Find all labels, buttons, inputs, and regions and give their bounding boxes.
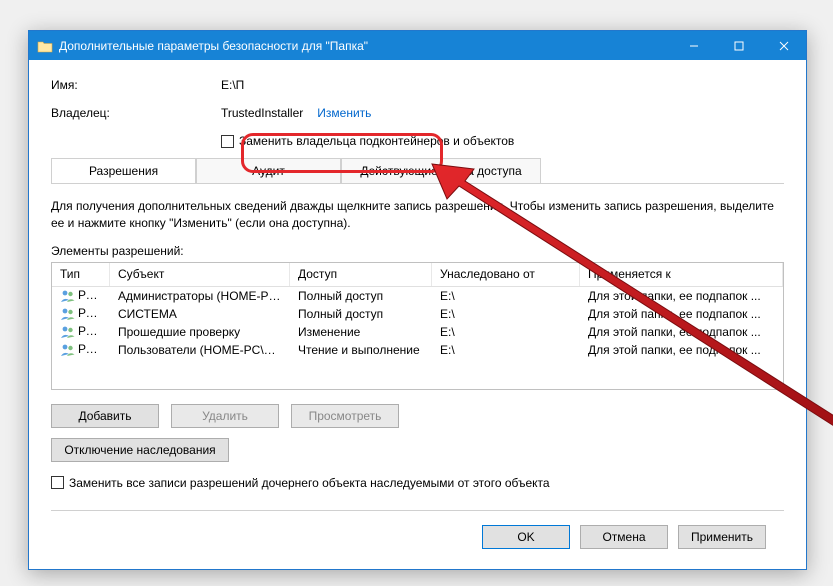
cell-access: Чтение и выполнение [290,342,432,358]
cell-access: Полный доступ [290,288,432,304]
content-area: Имя: E:\П Владелец: TrustedInstaller Изм… [29,60,806,565]
users-icon [60,324,76,340]
security-dialog: Дополнительные параметры безопасности дл… [28,30,807,570]
cell-applies: Для этой папки, ее подпапок ... [580,324,783,340]
cell-subject: Прошедшие проверку [110,324,290,340]
users-icon [60,288,76,304]
owner-value: TrustedInstaller [221,106,303,120]
cell-subject: СИСТЕМА [110,306,290,322]
cell-inherited: E:\ [432,342,580,358]
minimize-button[interactable] [671,31,716,60]
cell-access: Изменение [290,324,432,340]
cancel-button[interactable]: Отмена [580,525,668,549]
tab-effective[interactable]: Действующие права доступа [341,158,541,183]
name-label: Имя: [51,78,221,92]
change-owner-link[interactable]: Изменить [317,106,371,120]
replace-owner-row: Заменить владельца подконтейнеров и объе… [221,134,784,148]
col-subject[interactable]: Субъект [110,263,290,286]
col-inherited[interactable]: Унаследовано от [432,263,580,286]
apply-button[interactable]: Применить [678,525,766,549]
replace-child-row: Заменить все записи разрешений дочернего… [51,476,784,490]
table-row[interactable]: Разр...Пользователи (HOME-PC\П...Чтение … [52,341,783,359]
table-body: Разр...Администраторы (HOME-PC...Полный … [52,287,783,359]
window-controls [671,31,806,60]
table-row[interactable]: Разр...Администраторы (HOME-PC...Полный … [52,287,783,305]
description-text: Для получения дополнительных сведений дв… [51,198,784,232]
cell-type: Разр... [78,306,110,320]
name-value: E:\П [221,78,244,92]
close-button[interactable] [761,31,806,60]
replace-owner-label: Заменить владельца подконтейнеров и объе… [239,134,514,148]
replace-owner-checkbox[interactable] [221,135,234,148]
cell-access: Полный доступ [290,306,432,322]
col-type[interactable]: Тип [52,263,110,286]
cell-applies: Для этой папки, ее подпапок ... [580,342,783,358]
replace-child-label: Заменить все записи разрешений дочернего… [69,476,550,490]
cell-inherited: E:\ [432,288,580,304]
titlebar: Дополнительные параметры безопасности дл… [29,31,806,60]
window-title: Дополнительные параметры безопасности дл… [59,39,368,53]
ok-button[interactable]: OK [482,525,570,549]
cell-subject: Администраторы (HOME-PC... [110,288,290,304]
table-row[interactable]: Разр...СИСТЕМАПолный доступE:\Для этой п… [52,305,783,323]
cell-applies: Для этой папки, ее подпапок ... [580,288,783,304]
permissions-label: Элементы разрешений: [51,244,784,258]
dialog-buttons: OK Отмена Применить [51,511,784,549]
cell-applies: Для этой папки, ее подпапок ... [580,306,783,322]
folder-icon [37,39,53,53]
users-icon [60,306,76,322]
cell-type: Разр... [78,324,110,338]
add-button[interactable]: Добавить [51,404,159,428]
table-row[interactable]: Разр...Прошедшие проверкуИзменениеE:\Для… [52,323,783,341]
table-header: Тип Субъект Доступ Унаследовано от Приме… [52,263,783,287]
cell-inherited: E:\ [432,324,580,340]
remove-button: Удалить [171,404,279,428]
tabs: Разрешения Аудит Действующие права досту… [51,158,784,184]
tab-audit[interactable]: Аудит [196,158,341,183]
cell-subject: Пользователи (HOME-PC\П... [110,342,290,358]
maximize-button[interactable] [716,31,761,60]
replace-child-checkbox[interactable] [51,476,64,489]
cell-inherited: E:\ [432,306,580,322]
users-icon [60,342,76,358]
tab-permissions[interactable]: Разрешения [51,158,196,183]
cell-type: Разр... [78,342,110,356]
permissions-table: Тип Субъект Доступ Унаследовано от Приме… [51,262,784,390]
cell-type: Разр... [78,288,110,302]
view-button: Просмотреть [291,404,399,428]
col-access[interactable]: Доступ [290,263,432,286]
disable-inheritance-button[interactable]: Отключение наследования [51,438,229,462]
col-applies[interactable]: Применяется к [580,263,783,286]
owner-label: Владелец: [51,106,221,120]
